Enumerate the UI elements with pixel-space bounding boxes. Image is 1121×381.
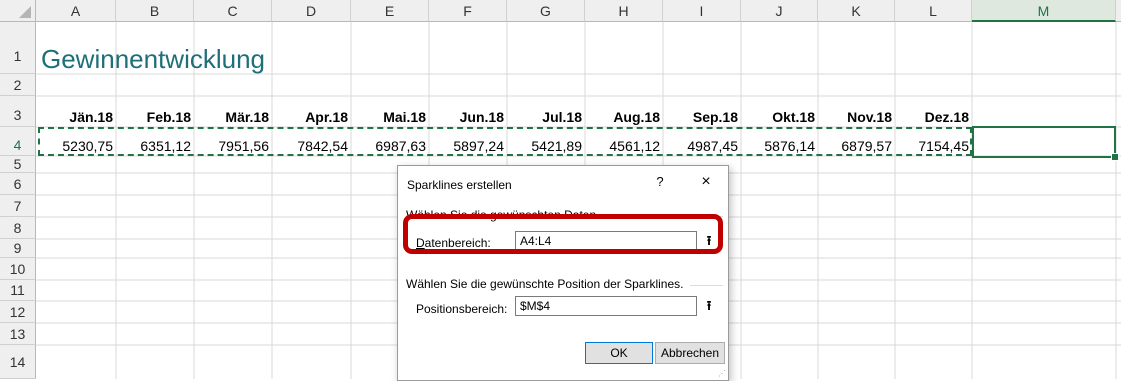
month-header-jun[interactable]: Jun.18 [429,109,504,125]
help-button[interactable]: ? [653,174,667,189]
row-header-5[interactable]: 5 [0,156,36,173]
column-header-m[interactable]: M [972,0,1116,22]
column-header-a[interactable]: A [36,0,116,22]
month-header-mar[interactable]: Mär.18 [194,109,269,125]
month-header-aug[interactable]: Aug.18 [585,109,660,125]
cancel-button[interactable]: Abbrechen [655,342,725,364]
month-header-apr[interactable]: Apr.18 [272,109,348,125]
fill-handle[interactable] [1111,153,1119,161]
row-header-12[interactable]: 12 [0,301,36,323]
sparklines-dialog: Sparklines erstellen ? × Wählen Sie die … [397,165,729,381]
row-header-1[interactable]: 1 [0,22,36,74]
position-range-label-text: Positionsbereich: [416,302,508,316]
select-all-triangle-icon [19,6,31,18]
month-header-feb[interactable]: Feb.18 [116,109,191,125]
resize-grip-icon[interactable]: ⋰ [718,369,726,378]
row-header-13[interactable]: 13 [0,323,36,345]
column-header-b[interactable]: B [116,0,194,22]
column-header-i[interactable]: I [663,0,741,22]
row-header-8[interactable]: 8 [0,217,36,239]
row-header-2[interactable]: 2 [0,74,36,96]
highlight-annotation [403,214,723,254]
column-header-c[interactable]: C [194,0,272,22]
section-position-heading: Wählen Sie die gewünschte Position der S… [406,277,684,291]
data-range-marquee [38,127,972,156]
column-header-h[interactable]: H [585,0,663,22]
month-header-sep[interactable]: Sep.18 [663,109,738,125]
row-header-3[interactable]: 3 [0,96,36,127]
row-header-6[interactable]: 6 [0,173,36,195]
sheet-title-cell[interactable]: Gewinnentwicklung [41,44,265,75]
select-all-corner[interactable] [0,0,36,22]
ok-button[interactable]: OK [585,342,653,364]
month-header-nov[interactable]: Nov.18 [818,109,892,125]
close-button[interactable]: × [698,173,714,191]
column-header-l[interactable]: L [895,0,972,22]
position-range-input[interactable]: $M$4 [515,296,697,316]
row-header-11[interactable]: 11 [0,280,36,301]
position-range-label: Positionsbereich: [416,302,507,316]
month-header-oct[interactable]: Okt.18 [741,109,815,125]
column-header-j[interactable]: J [741,0,818,22]
column-header-e[interactable]: E [351,0,429,22]
dialog-title: Sparklines erstellen [407,178,512,192]
month-header-may[interactable]: Mai.18 [351,109,426,125]
row-header-7[interactable]: 7 [0,195,36,217]
month-header-dec[interactable]: Dez.18 [895,109,969,125]
row-header-14[interactable]: 14 [0,345,36,379]
column-header-f[interactable]: F [429,0,507,22]
column-header-next[interactable] [1116,0,1121,22]
row-header-9[interactable]: 9 [0,239,36,258]
column-header-k[interactable]: K [818,0,895,22]
month-header-jan[interactable]: Jän.18 [36,109,113,125]
row-header-4[interactable]: 4 [0,127,36,156]
month-header-jul[interactable]: Jul.18 [507,109,582,125]
column-header-d[interactable]: D [272,0,351,22]
row-header-10[interactable]: 10 [0,258,36,280]
collapse-dialog-icon[interactable]: ⭱ [699,297,719,315]
column-header-g[interactable]: G [507,0,585,22]
selected-cell-m4[interactable] [972,126,1116,158]
section-divider [690,285,723,286]
